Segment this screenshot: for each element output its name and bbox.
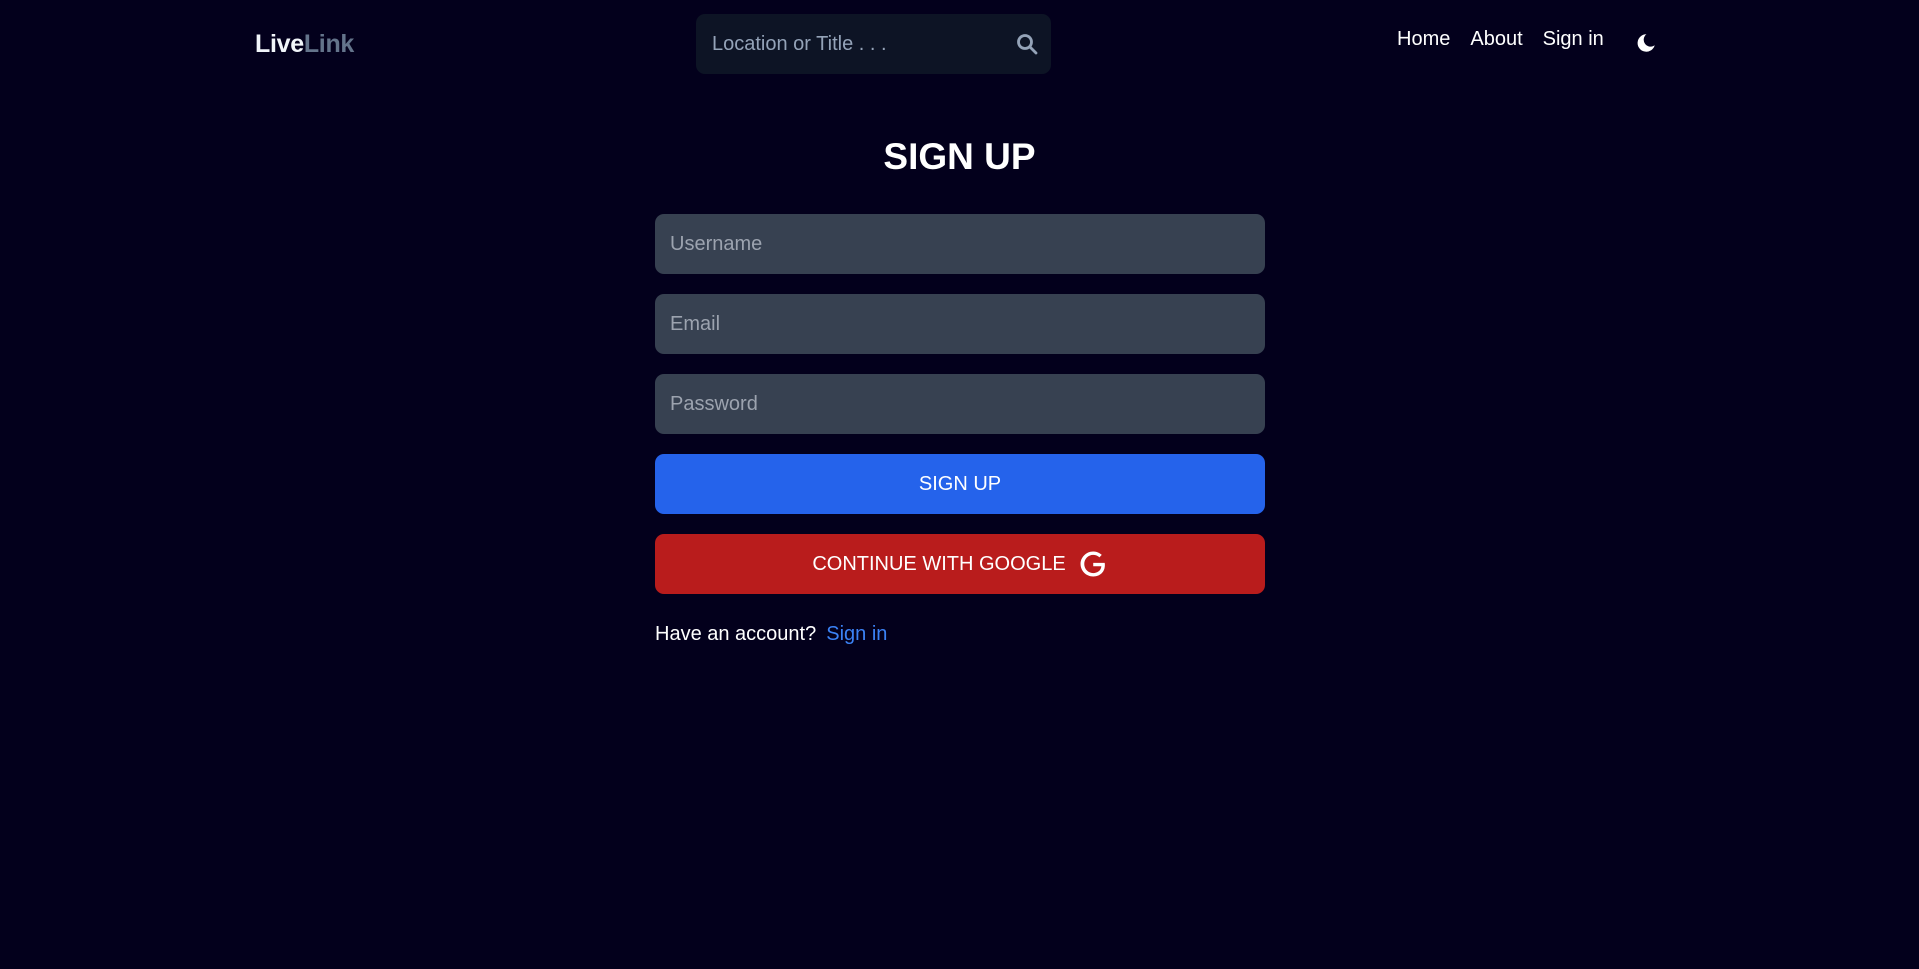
google-icon (1080, 551, 1105, 577)
account-prompt-row: Have an account? Sign in (655, 623, 887, 646)
nav-sign-in[interactable]: Sign in (1543, 28, 1604, 51)
top-nav-bar: LiveLink Home About Sign in (0, 0, 1919, 90)
sign-up-button-label: SIGN UP (918, 472, 1002, 495)
main-nav: Home About Sign in (1397, 28, 1604, 51)
sign-in-link[interactable]: Sign in (826, 623, 887, 646)
site-logo[interactable]: LiveLink (255, 30, 354, 59)
password-field[interactable] (655, 374, 1265, 434)
nav-home[interactable]: Home (1397, 28, 1450, 51)
google-sign-in-button[interactable]: CONTINUE WITH GOOGLE (655, 534, 1265, 594)
moon-icon[interactable] (1635, 32, 1657, 54)
nav-about[interactable]: About (1470, 28, 1522, 51)
username-field[interactable] (655, 214, 1265, 274)
search-bar (696, 14, 1051, 74)
page-title: SIGN UP (883, 136, 1036, 177)
logo-link: Link (303, 30, 355, 58)
sign-up-button[interactable]: SIGN UP (655, 454, 1265, 514)
search-icon[interactable] (1015, 32, 1039, 56)
logo-live: Live (255, 30, 304, 58)
google-button-label: CONTINUE WITH GOOGLE (812, 552, 1066, 575)
email-field[interactable] (655, 294, 1265, 354)
have-account-text: Have an account? (655, 623, 817, 645)
search-input[interactable] (696, 14, 986, 74)
